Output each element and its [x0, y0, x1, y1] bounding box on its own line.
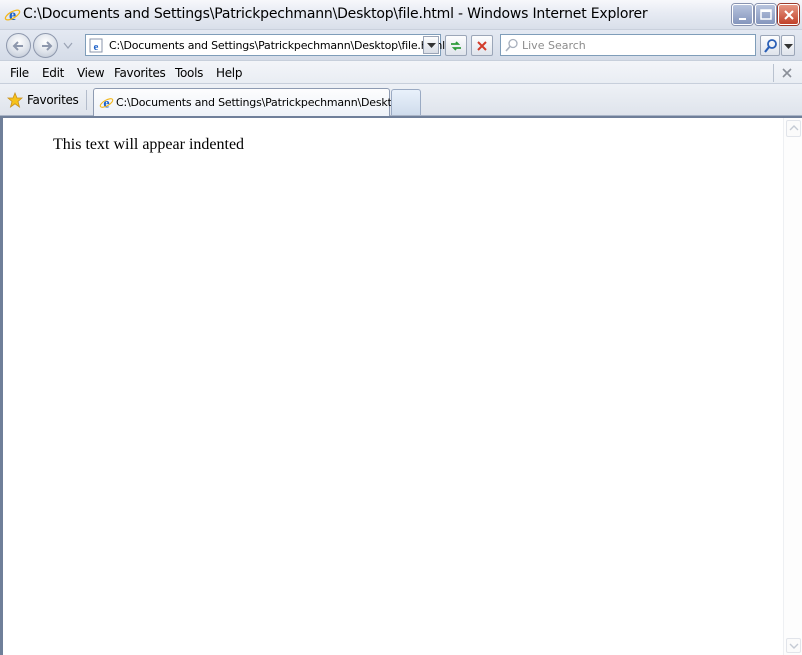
back-button[interactable]	[6, 33, 31, 58]
maximize-button[interactable]	[755, 4, 776, 25]
magnifier-icon	[764, 39, 777, 53]
new-tab-button[interactable]	[391, 89, 421, 115]
favorites-button[interactable]: Favorites	[27, 93, 79, 107]
menu-favorites[interactable]: Favorites	[114, 66, 166, 80]
refresh-icon	[451, 41, 461, 51]
vertical-scrollbar[interactable]	[783, 118, 802, 655]
forward-button[interactable]	[33, 33, 58, 58]
menu-tools[interactable]: Tools	[175, 66, 203, 80]
chevron-up-icon	[789, 125, 799, 131]
page-viewport: This text will appear indented	[0, 116, 802, 655]
chevron-down-icon	[789, 643, 799, 649]
tab-bar: Favorites e C:\Documents and Settings\Pa…	[0, 84, 802, 116]
svg-text:e: e	[9, 7, 16, 23]
close-menu-icon[interactable]	[779, 65, 795, 81]
address-bar[interactable]: e C:\Documents and Settings\Patrickpechm…	[85, 34, 445, 56]
svg-text:e: e	[94, 41, 99, 53]
refresh-button[interactable]	[445, 35, 467, 56]
search-options-button[interactable]	[781, 35, 795, 56]
address-url: C:\Documents and Settings\Patrickpechman…	[109, 39, 445, 52]
menu-bar: File Edit View Favorites Tools Help	[0, 60, 802, 84]
scroll-down-button[interactable]	[786, 638, 801, 653]
indented-paragraph: This text will appear indented	[53, 136, 245, 153]
menu-view[interactable]: View	[77, 66, 105, 80]
maximize-icon	[760, 9, 772, 20]
scroll-up-button[interactable]	[786, 120, 801, 137]
minimize-button[interactable]	[732, 4, 753, 25]
menu-help[interactable]: Help	[216, 66, 242, 80]
stop-x-icon	[477, 41, 487, 51]
search-button[interactable]	[760, 35, 780, 56]
search-input[interactable]	[522, 37, 750, 53]
divider	[86, 90, 87, 110]
chevron-down-icon	[784, 44, 793, 49]
divider	[773, 64, 774, 82]
close-icon	[784, 10, 794, 20]
favorites-star-icon	[7, 92, 23, 108]
forward-arrow-icon	[42, 41, 53, 51]
chevron-down-icon	[427, 43, 436, 48]
menu-file[interactable]: File	[10, 66, 29, 80]
tab-label: C:\Documents and Settings\Patrickpechman…	[116, 96, 415, 109]
search-icon	[505, 38, 518, 52]
search-box[interactable]	[500, 34, 756, 56]
back-arrow-icon	[12, 41, 23, 51]
tab-file-html[interactable]: e C:\Documents and Settings\Patrickpechm…	[93, 88, 415, 116]
menu-edit[interactable]: Edit	[42, 66, 64, 80]
address-dropdown-button[interactable]	[423, 36, 439, 54]
navigation-bar: e C:\Documents and Settings\Patrickpechm…	[0, 30, 802, 60]
window-title: C:\Documents and Settings\Patrickpechman…	[23, 6, 648, 22]
title-bar: e C:\Documents and Settings\Patrickpechm…	[0, 0, 802, 30]
internet-explorer-icon: e	[4, 6, 21, 24]
page-icon: e	[89, 38, 104, 53]
stop-button[interactable]	[471, 35, 493, 56]
recent-pages-dropdown-icon[interactable]	[62, 42, 74, 50]
close-window-button[interactable]	[778, 4, 799, 25]
minimize-icon	[739, 18, 746, 20]
internet-explorer-icon: e	[99, 95, 114, 113]
